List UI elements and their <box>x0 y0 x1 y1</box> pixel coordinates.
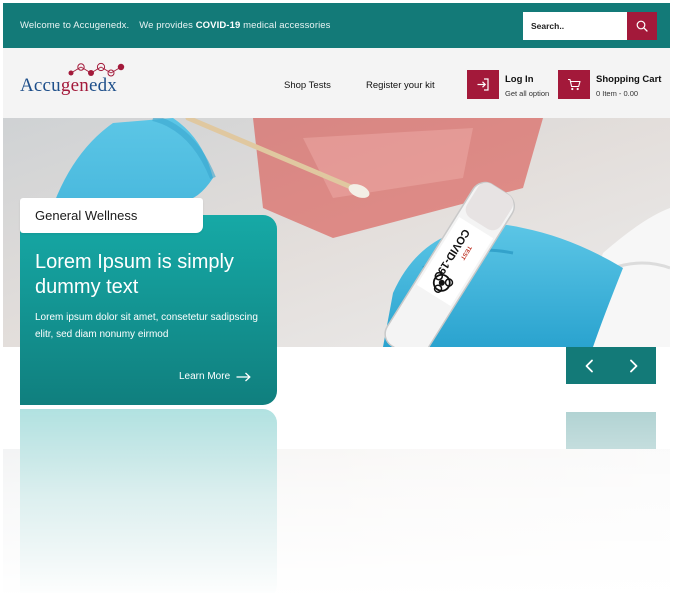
login-title[interactable]: Log In <box>505 74 534 85</box>
category-tag: General Wellness <box>20 198 203 233</box>
welcome-suffix: medical accessories <box>243 20 331 31</box>
chevron-left-icon <box>585 359 593 372</box>
arrow-right-icon <box>236 372 251 381</box>
carousel-prev-button[interactable] <box>566 347 611 384</box>
search-icon <box>636 20 648 32</box>
cart-title[interactable]: Shopping Cart <box>596 74 661 85</box>
search-button[interactable] <box>627 12 657 40</box>
login-icon <box>477 78 489 91</box>
welcome-prefix: Welcome to Accugenedx. <box>20 20 130 31</box>
reflection-photo <box>3 449 670 593</box>
hero-description: Lorem ipsum dolor sit amet, consetetur s… <box>35 312 258 340</box>
carousel-controls <box>566 347 656 384</box>
reflection-card <box>20 409 277 593</box>
reflection-fade <box>3 409 670 593</box>
chevron-right-icon <box>629 359 637 372</box>
welcome-highlight: COVID-19 <box>195 20 241 31</box>
cart-icon <box>568 78 581 91</box>
logo-text-prefix: Accu <box>20 75 61 96</box>
hero-reflection <box>3 409 670 593</box>
page-frame: Welcome to Accugenedx. We provides COVID-… <box>3 3 670 593</box>
nav-register-kit[interactable]: Register your kit <box>366 80 435 91</box>
hero-card: Lorem Ipsum is simply dummy text Lorem i… <box>20 215 277 405</box>
learn-more-link[interactable]: Learn More <box>179 371 251 382</box>
reflection-arrows <box>566 412 656 449</box>
main-header: Accugenedx Shop Tests Register your kit … <box>3 48 670 118</box>
hero-title: Lorem Ipsum is simply dummy text <box>35 251 234 298</box>
brand-logo[interactable]: Accugenedx <box>20 75 117 97</box>
welcome-middle: We provides <box>139 20 193 31</box>
logo-text-accent: gen <box>60 75 89 96</box>
learn-more-label: Learn More <box>179 371 231 382</box>
category-tag-label: General Wellness <box>35 208 138 223</box>
welcome-message: Welcome to Accugenedx. We provides COVID-… <box>20 20 331 31</box>
cart-summary: 0 Item - 0.00 <box>596 89 639 98</box>
reflection-content <box>3 409 670 593</box>
login-button[interactable] <box>467 70 499 99</box>
login-subtitle: Get all option <box>505 89 550 98</box>
nav-shop-tests[interactable]: Shop Tests <box>284 80 331 91</box>
cart-button[interactable] <box>558 70 590 99</box>
top-bar: Welcome to Accugenedx. We provides COVID-… <box>3 3 670 48</box>
search-input[interactable] <box>523 12 627 40</box>
logo-text-suffix: edx <box>88 75 117 96</box>
carousel-next-button[interactable] <box>611 347 656 384</box>
